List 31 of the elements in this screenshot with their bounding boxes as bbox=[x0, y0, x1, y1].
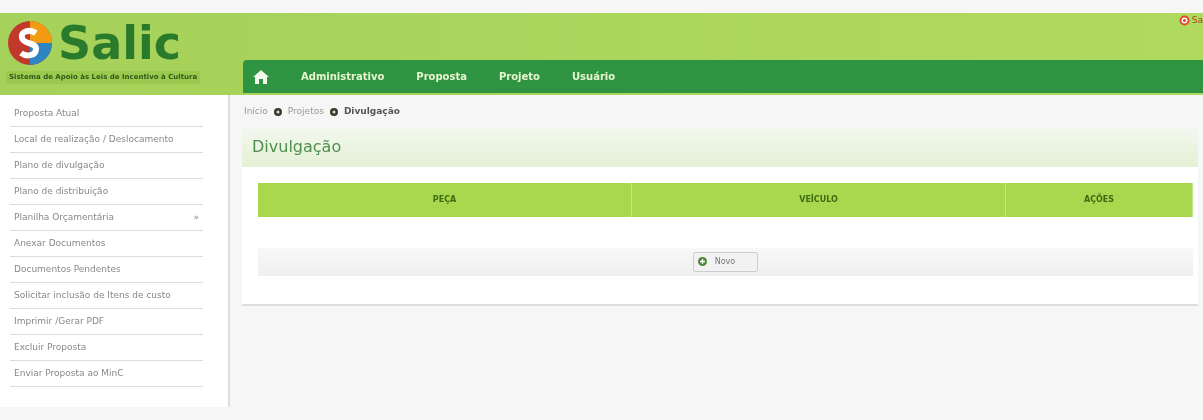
sidebar-item[interactable]: Plano de divulgação bbox=[10, 153, 203, 179]
sidebar-item[interactable]: Proposta Atual bbox=[10, 101, 203, 127]
home-icon[interactable] bbox=[253, 69, 269, 84]
breadcrumb-link[interactable]: Início bbox=[244, 105, 268, 119]
breadcrumb-link[interactable]: Projetos bbox=[287, 105, 324, 119]
chevron-icon: » bbox=[193, 210, 199, 225]
nav-link[interactable]: Administrativo bbox=[301, 69, 385, 84]
new-button[interactable]: Novo bbox=[692, 251, 759, 272]
column-header: VEÍCULO bbox=[632, 182, 1006, 217]
column-header: PEÇA bbox=[258, 182, 632, 217]
bullet-icon bbox=[273, 107, 282, 116]
page-title: Divulgação bbox=[242, 126, 1198, 167]
sidebar-item[interactable]: Excluir Proposta bbox=[10, 335, 203, 361]
logout-link[interactable]: Sa bbox=[1191, 14, 1203, 28]
bullet-icon bbox=[329, 107, 338, 116]
sidebar-item[interactable]: Anexar Documentos bbox=[10, 231, 203, 257]
nav-link[interactable]: Projeto bbox=[498, 69, 540, 84]
sidebar-item[interactable]: Local de realização / Deslocamento bbox=[10, 127, 203, 153]
power-icon bbox=[1178, 15, 1190, 27]
column-header: AÇÕES bbox=[1006, 182, 1193, 217]
sidebar-item[interactable]: Solicitar inclusão de Itens de custo bbox=[10, 283, 203, 309]
logo-icon bbox=[6, 19, 54, 67]
plus-icon bbox=[697, 257, 707, 266]
sidebar-item[interactable]: Plano de distribuição bbox=[10, 179, 203, 205]
nav-link[interactable]: Usuário bbox=[571, 69, 616, 84]
sidebar-item[interactable]: Documentos Pendentes bbox=[10, 257, 203, 283]
logo-text: Salic bbox=[58, 20, 181, 66]
sidebar-item[interactable]: Imprimir /Gerar PDF bbox=[10, 309, 203, 335]
sidebar-item[interactable]: Planilha Orçamentária bbox=[14, 210, 115, 225]
sidebar-item[interactable]: Enviar Proposta ao MinC bbox=[10, 361, 203, 387]
nav-link[interactable]: Proposta bbox=[416, 69, 467, 84]
